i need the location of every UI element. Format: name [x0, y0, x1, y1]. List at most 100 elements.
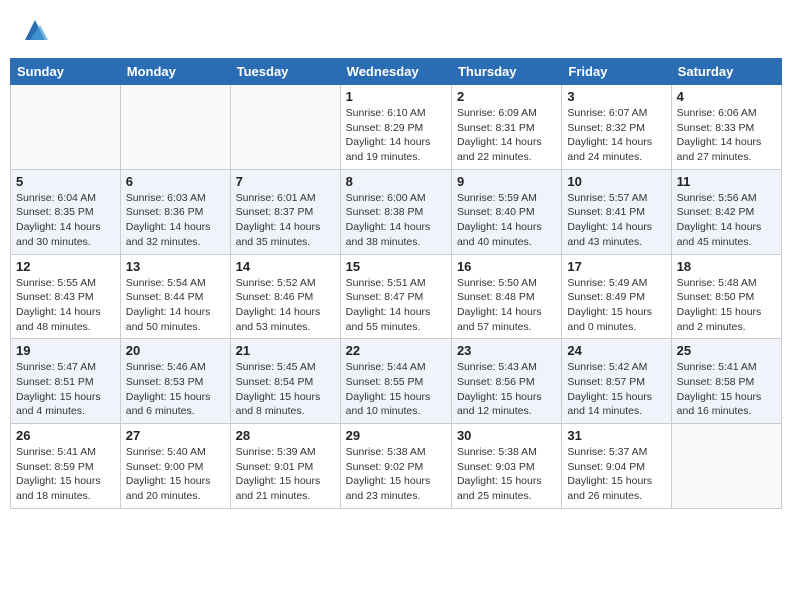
- day-number: 19: [16, 343, 115, 358]
- day-number: 18: [677, 259, 776, 274]
- day-number: 29: [346, 428, 446, 443]
- calendar-cell: 14 Sunrise: 5:52 AM Sunset: 8:46 PM Dayli…: [230, 254, 340, 339]
- day-info: Sunrise: 5:59 AM Sunset: 8:40 PM Dayligh…: [457, 191, 556, 250]
- calendar-cell: 25 Sunrise: 5:41 AM Sunset: 8:58 PM Dayli…: [671, 339, 781, 424]
- calendar-cell: 5 Sunrise: 6:04 AM Sunset: 8:35 PM Daylig…: [11, 169, 121, 254]
- day-info: Sunrise: 5:52 AM Sunset: 8:46 PM Dayligh…: [236, 276, 335, 335]
- calendar-cell: 12 Sunrise: 5:55 AM Sunset: 8:43 PM Dayli…: [11, 254, 121, 339]
- day-number: 30: [457, 428, 556, 443]
- day-of-week-header: Sunday: [11, 59, 121, 85]
- calendar-week-row: 1 Sunrise: 6:10 AM Sunset: 8:29 PM Daylig…: [11, 85, 782, 170]
- day-info: Sunrise: 5:51 AM Sunset: 8:47 PM Dayligh…: [346, 276, 446, 335]
- calendar-cell: 24 Sunrise: 5:42 AM Sunset: 8:57 PM Dayli…: [562, 339, 671, 424]
- day-number: 25: [677, 343, 776, 358]
- calendar-cell: 6 Sunrise: 6:03 AM Sunset: 8:36 PM Daylig…: [120, 169, 230, 254]
- day-of-week-header: Thursday: [451, 59, 561, 85]
- calendar-cell: 27Sunrise: 5:40 AM Sunset: 9:00 PM Dayli…: [120, 424, 230, 509]
- day-number: 20: [126, 343, 225, 358]
- calendar-cell: 20 Sunrise: 5:46 AM Sunset: 8:53 PM Dayli…: [120, 339, 230, 424]
- calendar-week-row: 26 Sunrise: 5:41 AM Sunset: 8:59 PM Dayli…: [11, 424, 782, 509]
- calendar-cell: 10 Sunrise: 5:57 AM Sunset: 8:41 PM Dayli…: [562, 169, 671, 254]
- day-number: 24: [567, 343, 665, 358]
- calendar-cell: 30 Sunrise: 5:38 AM Sunset: 9:03 PM Dayli…: [451, 424, 561, 509]
- day-info: Sunrise: 5:43 AM Sunset: 8:56 PM Dayligh…: [457, 360, 556, 419]
- calendar-cell: [120, 85, 230, 170]
- day-info: Sunrise: 5:41 AM Sunset: 8:58 PM Dayligh…: [677, 360, 776, 419]
- day-info: Sunrise: 5:37 AM Sunset: 9:04 PM Dayligh…: [567, 445, 665, 504]
- calendar-week-row: 5 Sunrise: 6:04 AM Sunset: 8:35 PM Daylig…: [11, 169, 782, 254]
- day-info: Sunrise: 6:06 AM Sunset: 8:33 PM Dayligh…: [677, 106, 776, 165]
- day-number: 23: [457, 343, 556, 358]
- day-number: 15: [346, 259, 446, 274]
- day-number: 5: [16, 174, 115, 189]
- day-number: 6: [126, 174, 225, 189]
- day-number: 14: [236, 259, 335, 274]
- day-info: Sunrise: 6:09 AM Sunset: 8:31 PM Dayligh…: [457, 106, 556, 165]
- day-info: Sunrise: 6:04 AM Sunset: 8:35 PM Dayligh…: [16, 191, 115, 250]
- calendar-cell: 21 Sunrise: 5:45 AM Sunset: 8:54 PM Dayli…: [230, 339, 340, 424]
- day-info: Sunrise: 5:44 AM Sunset: 8:55 PM Dayligh…: [346, 360, 446, 419]
- day-number: 9: [457, 174, 556, 189]
- day-info: Sunrise: 5:54 AM Sunset: 8:44 PM Dayligh…: [126, 276, 225, 335]
- day-info: Sunrise: 5:57 AM Sunset: 8:41 PM Dayligh…: [567, 191, 665, 250]
- calendar-week-row: 19 Sunrise: 5:47 AM Sunset: 8:51 PM Dayli…: [11, 339, 782, 424]
- day-number: 10: [567, 174, 665, 189]
- calendar-cell: 28Sunrise: 5:39 AM Sunset: 9:01 PM Dayli…: [230, 424, 340, 509]
- day-number: 31: [567, 428, 665, 443]
- day-number: 12: [16, 259, 115, 274]
- calendar-cell: 8 Sunrise: 6:00 AM Sunset: 8:38 PM Daylig…: [340, 169, 451, 254]
- day-info: Sunrise: 6:10 AM Sunset: 8:29 PM Dayligh…: [346, 106, 446, 165]
- day-info: Sunrise: 6:00 AM Sunset: 8:38 PM Dayligh…: [346, 191, 446, 250]
- day-info: Sunrise: 6:07 AM Sunset: 8:32 PM Dayligh…: [567, 106, 665, 165]
- day-info: Sunrise: 5:47 AM Sunset: 8:51 PM Dayligh…: [16, 360, 115, 419]
- calendar-cell: 17 Sunrise: 5:49 AM Sunset: 8:49 PM Dayli…: [562, 254, 671, 339]
- day-of-week-header: Tuesday: [230, 59, 340, 85]
- day-info: Sunrise: 5:42 AM Sunset: 8:57 PM Dayligh…: [567, 360, 665, 419]
- calendar-cell: [671, 424, 781, 509]
- calendar-table: SundayMondayTuesdayWednesdayThursdayFrid…: [10, 58, 782, 509]
- calendar-cell: 22Sunrise: 5:44 AM Sunset: 8:55 PM Dayli…: [340, 339, 451, 424]
- logo-icon: [20, 15, 50, 45]
- logo: [20, 15, 54, 45]
- day-info: Sunrise: 6:03 AM Sunset: 8:36 PM Dayligh…: [126, 191, 225, 250]
- day-info: Sunrise: 5:46 AM Sunset: 8:53 PM Dayligh…: [126, 360, 225, 419]
- calendar-cell: 31 Sunrise: 5:37 AM Sunset: 9:04 PM Dayli…: [562, 424, 671, 509]
- day-number: 26: [16, 428, 115, 443]
- day-info: Sunrise: 6:01 AM Sunset: 8:37 PM Dayligh…: [236, 191, 335, 250]
- day-info: Sunrise: 5:55 AM Sunset: 8:43 PM Dayligh…: [16, 276, 115, 335]
- calendar-cell: 16Sunrise: 5:50 AM Sunset: 8:48 PM Dayli…: [451, 254, 561, 339]
- day-of-week-header: Monday: [120, 59, 230, 85]
- day-number: 11: [677, 174, 776, 189]
- day-number: 7: [236, 174, 335, 189]
- calendar-cell: 3 Sunrise: 6:07 AM Sunset: 8:32 PM Daylig…: [562, 85, 671, 170]
- day-of-week-header: Wednesday: [340, 59, 451, 85]
- calendar-cell: 11 Sunrise: 5:56 AM Sunset: 8:42 PM Dayli…: [671, 169, 781, 254]
- calendar-cell: 7 Sunrise: 6:01 AM Sunset: 8:37 PM Daylig…: [230, 169, 340, 254]
- calendar-header-row: SundayMondayTuesdayWednesdayThursdayFrid…: [11, 59, 782, 85]
- day-number: 1: [346, 89, 446, 104]
- day-info: Sunrise: 5:40 AM Sunset: 9:00 PM Dayligh…: [126, 445, 225, 504]
- day-number: 8: [346, 174, 446, 189]
- calendar-cell: 9 Sunrise: 5:59 AM Sunset: 8:40 PM Daylig…: [451, 169, 561, 254]
- day-info: Sunrise: 5:48 AM Sunset: 8:50 PM Dayligh…: [677, 276, 776, 335]
- day-info: Sunrise: 5:38 AM Sunset: 9:03 PM Dayligh…: [457, 445, 556, 504]
- page-header: [10, 10, 782, 50]
- calendar-cell: 2Sunrise: 6:09 AM Sunset: 8:31 PM Daylig…: [451, 85, 561, 170]
- day-info: Sunrise: 5:49 AM Sunset: 8:49 PM Dayligh…: [567, 276, 665, 335]
- day-number: 28: [236, 428, 335, 443]
- day-number: 13: [126, 259, 225, 274]
- day-of-week-header: Saturday: [671, 59, 781, 85]
- day-info: Sunrise: 5:45 AM Sunset: 8:54 PM Dayligh…: [236, 360, 335, 419]
- day-info: Sunrise: 5:41 AM Sunset: 8:59 PM Dayligh…: [16, 445, 115, 504]
- day-number: 17: [567, 259, 665, 274]
- calendar-cell: 19 Sunrise: 5:47 AM Sunset: 8:51 PM Dayli…: [11, 339, 121, 424]
- day-number: 4: [677, 89, 776, 104]
- day-of-week-header: Friday: [562, 59, 671, 85]
- calendar-week-row: 12 Sunrise: 5:55 AM Sunset: 8:43 PM Dayli…: [11, 254, 782, 339]
- calendar-cell: [230, 85, 340, 170]
- day-number: 3: [567, 89, 665, 104]
- calendar-cell: 1 Sunrise: 6:10 AM Sunset: 8:29 PM Daylig…: [340, 85, 451, 170]
- day-info: Sunrise: 5:56 AM Sunset: 8:42 PM Dayligh…: [677, 191, 776, 250]
- calendar-cell: 23 Sunrise: 5:43 AM Sunset: 8:56 PM Dayli…: [451, 339, 561, 424]
- day-number: 21: [236, 343, 335, 358]
